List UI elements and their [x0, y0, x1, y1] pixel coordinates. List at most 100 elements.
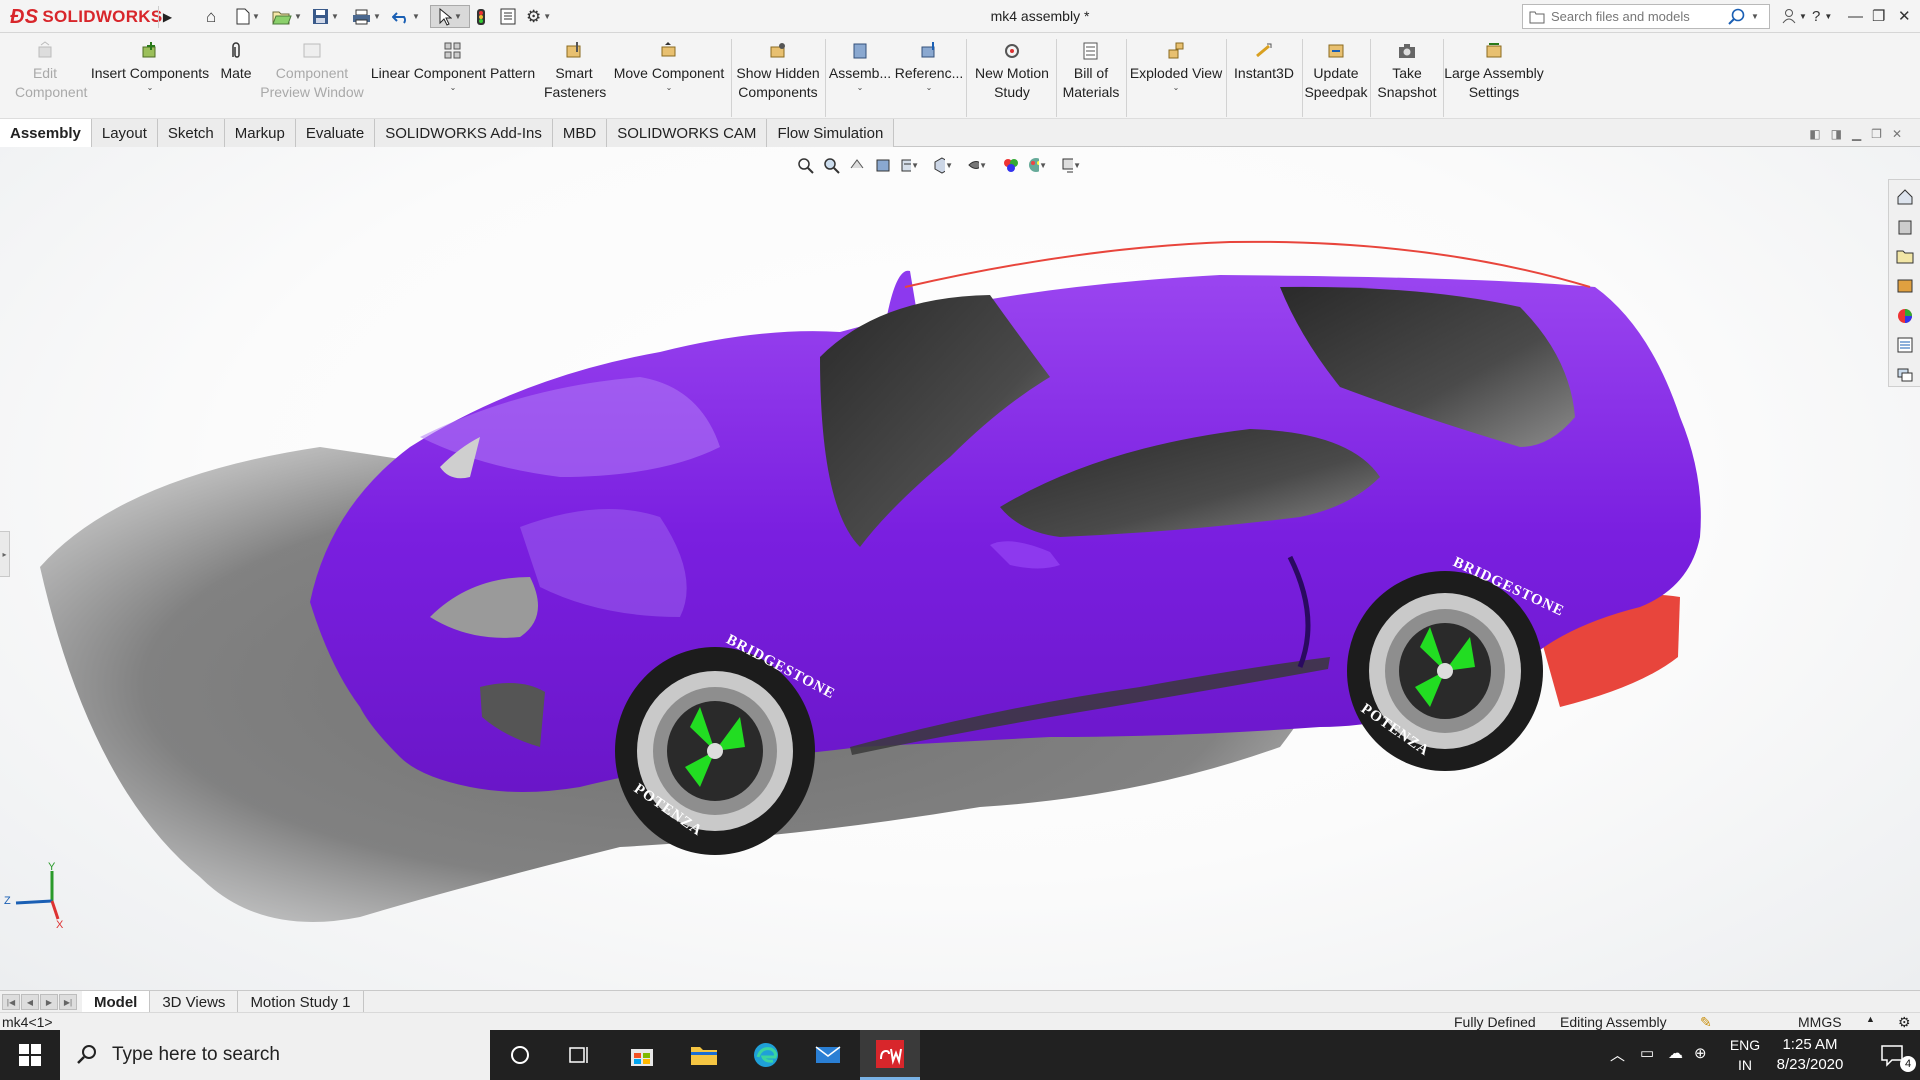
- units-selector[interactable]: MMGS: [1798, 1014, 1842, 1030]
- show-hidden-components-button[interactable]: Show Hidden Components: [734, 41, 822, 102]
- open-button[interactable]: ▼: [272, 5, 302, 28]
- component-preview-button[interactable]: Component Preview Window: [258, 41, 366, 102]
- linear-pattern-button[interactable]: Linear Component Pattern ⌄: [368, 41, 538, 93]
- tab-sketch[interactable]: Sketch: [157, 119, 225, 147]
- home-icon[interactable]: ⌂: [206, 5, 216, 28]
- globe-network-icon[interactable]: ⊕: [1694, 1044, 1707, 1062]
- appearances-icon[interactable]: [1894, 305, 1916, 327]
- reference-geometry-icon: [919, 41, 939, 61]
- view-palette-icon[interactable]: [1894, 275, 1916, 297]
- tab-flow-simulation[interactable]: Flow Simulation: [767, 119, 895, 147]
- tab-solidworks-cam[interactable]: SOLIDWORKS CAM: [607, 119, 768, 147]
- reference-geometry-dropdown-icon[interactable]: ⌄: [926, 83, 933, 93]
- save-button[interactable]: ▼: [312, 5, 339, 28]
- edit-component-button[interactable]: Edit Component: [4, 41, 87, 102]
- new-motion-study-button[interactable]: New Motion Study: [970, 41, 1054, 102]
- start-button[interactable]: [0, 1030, 60, 1080]
- rebuild-icon[interactable]: ✎: [1700, 1014, 1712, 1031]
- search-dropdown-icon[interactable]: ▼: [1751, 12, 1759, 21]
- file-properties-icon[interactable]: [500, 5, 516, 28]
- next-tab-icon[interactable]: ▶: [40, 994, 58, 1010]
- bill-of-materials-button[interactable]: Bill of Materials: [1058, 41, 1124, 102]
- graphics-area[interactable]: ▼ ▼ ▼ ▼ ▼ ▸ BRIDGESTONE POTENZA BRIDGEST…: [0, 147, 1920, 990]
- update-speedpak-button[interactable]: Update Speedpak: [1304, 41, 1368, 102]
- tile-left-icon[interactable]: ◧: [1809, 127, 1820, 141]
- solidworks-taskbar-button[interactable]: [860, 1030, 920, 1080]
- tab-mbd[interactable]: MBD: [552, 119, 608, 147]
- help-button[interactable]: ? ▼: [1812, 5, 1832, 27]
- tab-layout[interactable]: Layout: [91, 119, 158, 147]
- instant3d-button[interactable]: Instant3D: [1228, 41, 1300, 83]
- action-center-button[interactable]: 4: [1866, 1030, 1920, 1080]
- options-button[interactable]: ⚙ ▼: [526, 5, 551, 28]
- user-icon[interactable]: ▼: [1782, 5, 1807, 27]
- insert-components-button[interactable]: Insert Components ⌄: [88, 41, 212, 93]
- take-snapshot-button[interactable]: Take Snapshot: [1372, 41, 1442, 102]
- tab-markup[interactable]: Markup: [224, 119, 296, 147]
- tab-solidworks-addins[interactable]: SOLIDWORKS Add-Ins: [375, 119, 553, 147]
- insert-components-dropdown-icon[interactable]: ⌄: [147, 83, 154, 93]
- triad-y-label: Y: [48, 861, 56, 873]
- file-explorer-icon[interactable]: [1894, 245, 1916, 267]
- units-dropdown-icon[interactable]: ▲: [1866, 1014, 1875, 1024]
- custom-properties-icon[interactable]: [1894, 335, 1916, 357]
- minimize-button[interactable]: —: [1848, 5, 1863, 27]
- battery-icon[interactable]: ▭: [1640, 1044, 1654, 1062]
- move-component-dropdown-icon[interactable]: ⌄: [666, 83, 673, 93]
- exploded-view-button[interactable]: Exploded View ⌄: [1128, 41, 1224, 93]
- taskbar-search-input[interactable]: [112, 1044, 452, 1066]
- linear-pattern-dropdown-icon[interactable]: ⌄: [450, 83, 457, 93]
- move-component-button[interactable]: Move Component ⌄: [610, 41, 728, 93]
- file-explorer-button[interactable]: [674, 1030, 734, 1080]
- system-clock[interactable]: 1:25 AM 8/23/2020: [1760, 1035, 1860, 1075]
- menu-expand-arrow-icon[interactable]: ▶: [158, 6, 176, 28]
- cortana-button[interactable]: [490, 1030, 550, 1080]
- restore-button[interactable]: ❐: [1872, 5, 1885, 27]
- doc-minimize-icon[interactable]: ▁: [1852, 127, 1861, 141]
- edge-button[interactable]: [736, 1030, 796, 1080]
- mate-button[interactable]: Mate: [214, 41, 258, 83]
- tile-right-icon[interactable]: ◨: [1831, 127, 1842, 141]
- doc-close-icon[interactable]: ✕: [1892, 127, 1902, 141]
- search-icon[interactable]: [1727, 8, 1745, 26]
- large-assembly-settings-button[interactable]: Large Assembly Settings: [1444, 41, 1544, 102]
- tab-assembly[interactable]: Assembly: [0, 119, 92, 147]
- smart-fasteners-button[interactable]: Smart Fasteners: [538, 41, 610, 102]
- show-hidden-icons-icon[interactable]: ︿: [1610, 1044, 1625, 1065]
- solidworks-resources-icon[interactable]: [1894, 186, 1916, 208]
- reference-geometry-button[interactable]: Referenc... ⌄: [895, 41, 963, 93]
- status-help-icon[interactable]: ⚙: [1898, 1014, 1911, 1031]
- large-assembly-icon: [1484, 41, 1504, 61]
- search-box[interactable]: ▼: [1522, 4, 1770, 29]
- doc-restore-icon[interactable]: ❐: [1871, 127, 1882, 141]
- traffic-light-icon[interactable]: [476, 5, 486, 28]
- input-language[interactable]: ENG IN: [1725, 1035, 1765, 1075]
- microsoft-store-button[interactable]: [612, 1030, 672, 1080]
- design-library-icon[interactable]: [1894, 216, 1916, 238]
- select-button[interactable]: ▼: [430, 5, 470, 28]
- command-tabs: Assembly Layout Sketch Markup Evaluate S…: [0, 119, 1920, 147]
- prev-tab-icon[interactable]: ◀: [21, 994, 39, 1010]
- first-tab-icon[interactable]: |◀: [2, 994, 20, 1010]
- tab-motion-study-1[interactable]: Motion Study 1: [238, 991, 364, 1013]
- car-model-viewport[interactable]: [0, 147, 1880, 990]
- taskbar-search[interactable]: [60, 1030, 490, 1080]
- mail-button[interactable]: [798, 1030, 858, 1080]
- forum-icon[interactable]: [1894, 364, 1916, 386]
- tab-model[interactable]: Model: [82, 991, 151, 1013]
- last-tab-icon[interactable]: ▶|: [59, 994, 77, 1010]
- undo-button[interactable]: ▼: [392, 5, 420, 28]
- task-view-button[interactable]: [550, 1030, 610, 1080]
- exploded-view-dropdown-icon[interactable]: ⌄: [1173, 83, 1180, 93]
- cursor-arrow-icon: [439, 7, 453, 26]
- tab-evaluate[interactable]: Evaluate: [295, 119, 376, 147]
- assembly-features-dropdown-icon[interactable]: ⌄: [857, 83, 864, 93]
- print-button[interactable]: ▼: [352, 5, 381, 28]
- assembly-features-button[interactable]: Assemb... ⌄: [828, 41, 892, 93]
- onedrive-icon[interactable]: ☁: [1668, 1044, 1683, 1062]
- search-input[interactable]: [1551, 9, 1721, 24]
- new-document-button[interactable]: ▼: [236, 5, 260, 28]
- solidworks-logo[interactable]: ƉS SOLIDWORKS: [10, 4, 163, 30]
- tab-3d-views[interactable]: 3D Views: [150, 991, 239, 1013]
- close-button[interactable]: ✕: [1898, 5, 1911, 27]
